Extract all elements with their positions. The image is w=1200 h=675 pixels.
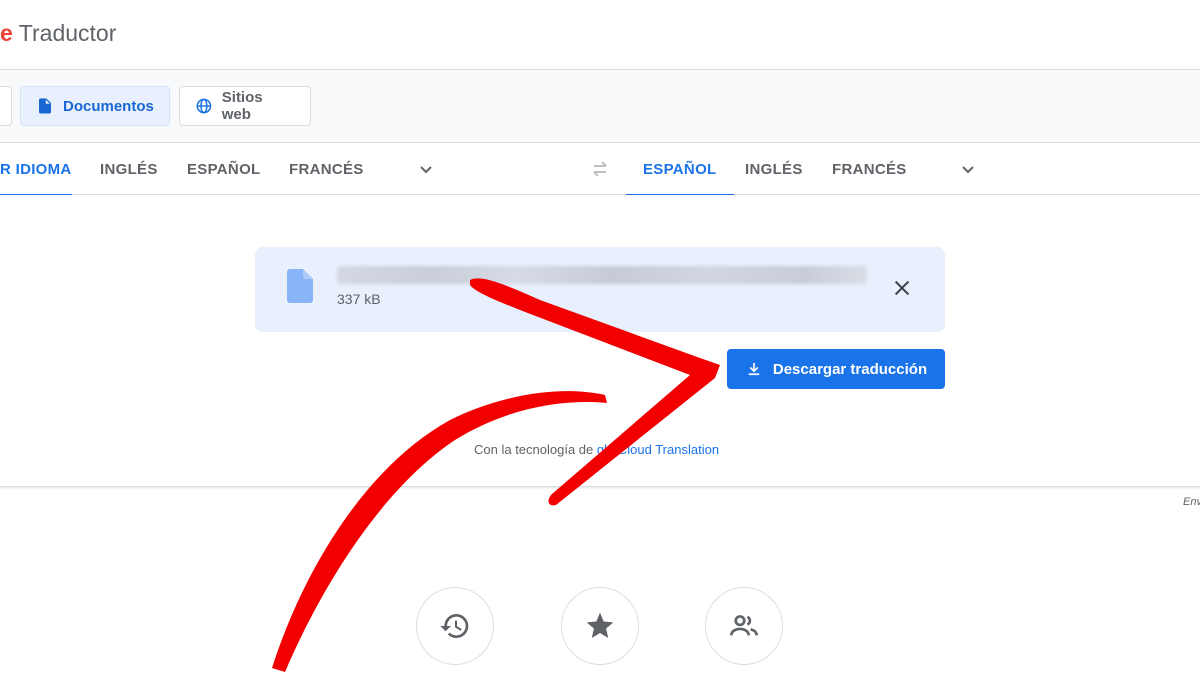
file-card: 337 kB [255, 247, 945, 332]
target-lang-chevron-down-icon[interactable] [956, 157, 980, 181]
file-icon [287, 269, 313, 303]
powered-by-partial[interactable]: gle [597, 442, 614, 457]
close-icon[interactable] [891, 277, 913, 299]
document-icon [39, 98, 51, 114]
documents-mode-button[interactable]: Documentos [20, 86, 170, 126]
target-lang-english-tab[interactable]: INGLÉS [745, 143, 803, 195]
mode-row: Documentos Sitios web [0, 70, 1200, 142]
logo-letter: e [0, 20, 13, 46]
side-note[interactable]: Env [1183, 496, 1200, 508]
target-lang-french-tab[interactable]: FRANCÉS [832, 143, 907, 195]
source-lang-spanish-tab[interactable]: ESPAÑOL [187, 143, 261, 195]
star-icon [586, 612, 614, 638]
download-translation-label: Descargar traducción [772, 360, 928, 378]
app-logo[interactable]: e Traductor [0, 20, 116, 47]
file-size: 337 kB [337, 291, 381, 307]
history-icon [440, 614, 469, 638]
powered-by-prefix: Con la tecnología de [474, 442, 594, 457]
source-lang-detect-tab[interactable]: R IDIOMA [0, 143, 72, 196]
powered-by-text: Con la tecnología de gle Cloud Translati… [474, 442, 719, 457]
source-lang-french-tab[interactable]: FRANCÉS [289, 143, 364, 195]
websites-mode-button[interactable]: Sitios web [179, 86, 311, 126]
websites-mode-label: Sitios web [221, 89, 263, 123]
cloud-translation-link[interactable]: Cloud Translation [618, 442, 719, 457]
history-button[interactable] [416, 587, 494, 665]
download-icon [748, 363, 760, 376]
community-button[interactable] [705, 587, 783, 665]
documents-mode-label: Documentos [63, 97, 154, 115]
download-translation-button[interactable]: Descargar traducción [727, 349, 945, 389]
people-icon [730, 615, 758, 636]
language-bar: R IDIOMA INGLÉS ESPAÑOL FRANCÉS ESPAÑOL … [0, 142, 1200, 196]
text-mode-button[interactable] [0, 86, 12, 126]
target-lang-spanish-tab[interactable]: ESPAÑOL [626, 143, 734, 196]
document-panel: 337 kB Descargar traducción Con la tecno… [0, 195, 1200, 487]
source-lang-english-tab[interactable]: INGLÉS [100, 143, 158, 195]
swap-languages-icon[interactable] [588, 157, 612, 181]
globe-icon [196, 98, 212, 114]
app-header: e Traductor [0, 0, 1200, 70]
app-title: Traductor [18, 20, 117, 46]
source-lang-chevron-down-icon[interactable] [414, 157, 438, 181]
saved-button[interactable] [561, 587, 639, 665]
file-name-redacted [337, 266, 867, 284]
